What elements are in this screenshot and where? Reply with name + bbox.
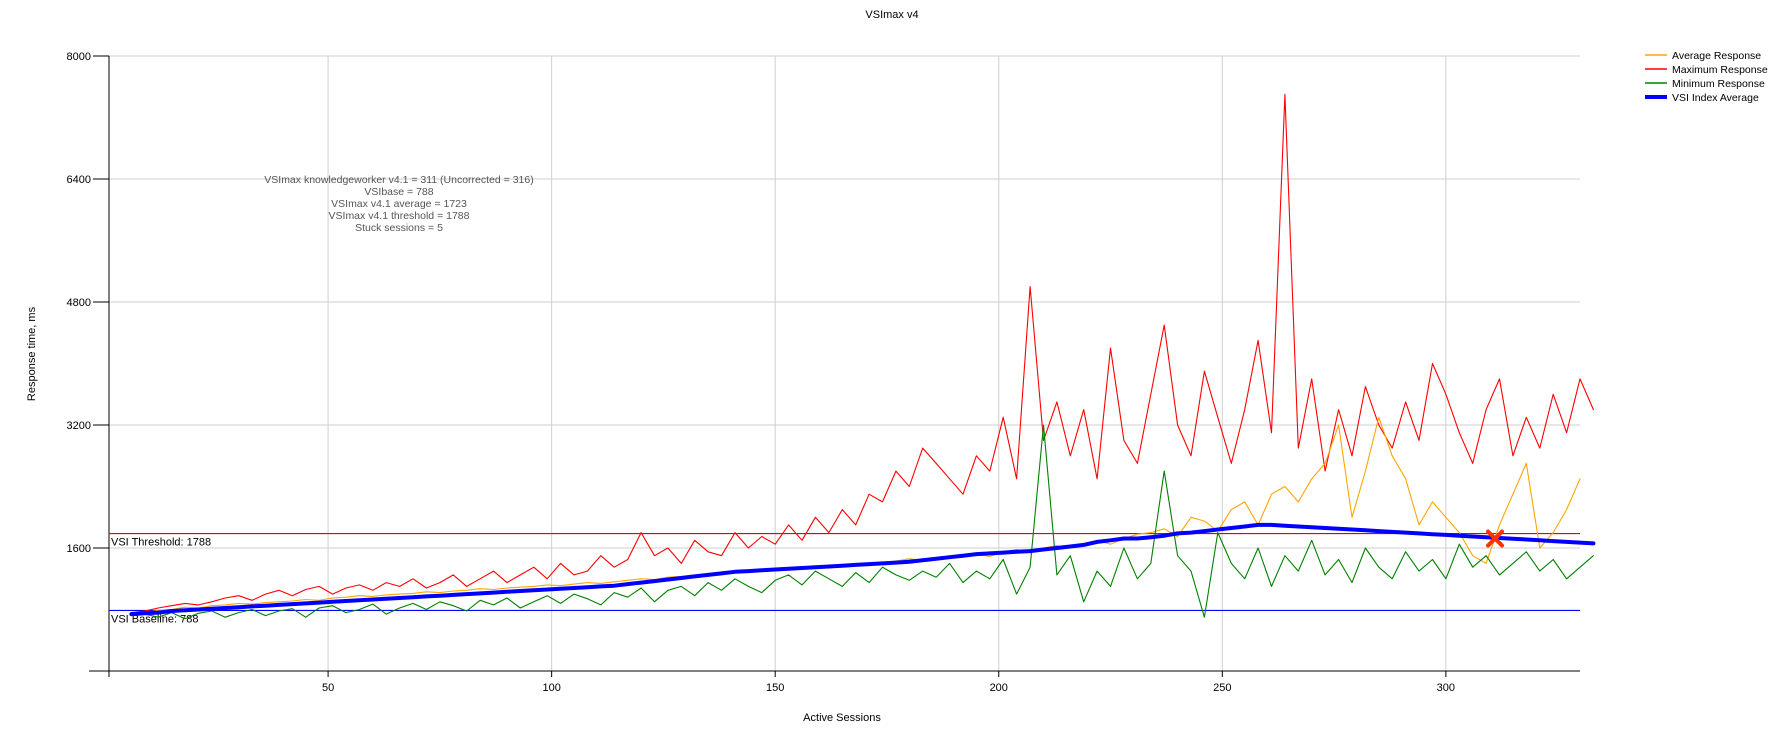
reference-line-label: VSI Baseline: 788 [111,613,198,625]
annotation-line: VSImax v4.1 threshold = 1788 [329,210,470,222]
annotation-line: Stuck sessions = 5 [355,222,443,234]
grid-lines [109,55,1580,671]
annotation-line: VSIbase = 788 [364,186,433,198]
annotation-block: VSImax knowledgeworker v4.1 = 311 (Uncor… [264,174,533,234]
y-axis-title: Response time, ms [26,306,38,401]
y-tick-label: 4800 [67,297,91,309]
x-tick-label: 250 [1213,682,1231,694]
series-line-vsi-index-average [129,522,1596,617]
reference-line-label: VSI Threshold: 1788 [111,537,211,549]
x-tick-label: 150 [766,682,784,694]
legend: Average Response Maximum Response Minimum … [1645,50,1768,104]
x-tick-label: 300 [1437,682,1455,694]
y-tick-label: 1600 [67,543,91,555]
axes: 1600 3200 4800 6400 8000 50 100 150 200 250 300 [67,51,1580,694]
y-tick-label: 3200 [67,420,91,432]
y-tick-label: 8000 [67,51,91,63]
legend-label: VSI Index Average [1672,92,1759,104]
series-line-maximum-response [130,93,1594,614]
x-tick-label: 50 [322,682,334,694]
legend-label: Average Response [1672,50,1761,62]
legend-label: Minimum Response [1672,78,1765,90]
chart-title: VSImax v4 [865,9,918,21]
series-line-average-response [130,416,1581,615]
x-tick-label: 200 [990,682,1008,694]
legend-label: Maximum Response [1672,64,1768,76]
x-axis-title: Active Sessions [803,712,881,724]
chart: VSImax v4 Active Sessions Response time,… [26,9,1768,724]
y-tick-label: 6400 [67,174,91,186]
annotation-line: VSImax knowledgeworker v4.1 = 311 (Uncor… [264,174,533,186]
series-line-minimum-response [130,424,1594,620]
reference-lines: VSI Threshold: 1788 VSI Baseline: 788 [109,532,1580,625]
annotation-line: VSImax v4.1 average = 1723 [331,198,467,210]
x-tick-label: 100 [542,682,560,694]
